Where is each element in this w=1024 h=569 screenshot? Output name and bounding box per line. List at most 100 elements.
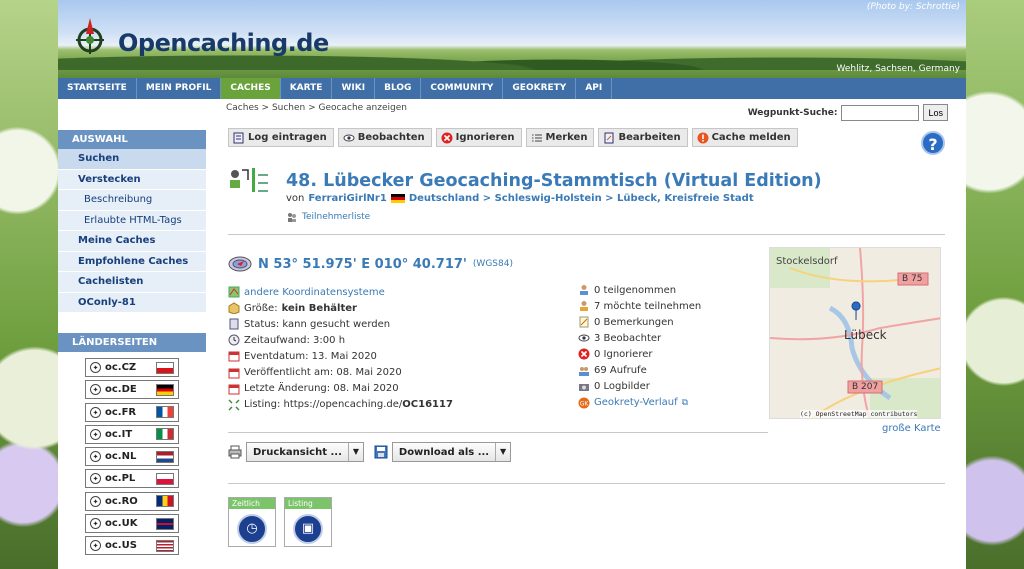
calendar-icon	[228, 368, 240, 379]
country-label: oc.IT	[105, 428, 133, 440]
nav-karte[interactable]: KARTE	[281, 78, 333, 99]
oc-logo-icon: ✦	[90, 518, 101, 530]
sidebar-item-beschreibung[interactable]: Beschreibung	[58, 190, 206, 211]
country-link-pl[interactable]: ✦ oc.PL	[85, 469, 179, 489]
sidebar-item-verstecken[interactable]: Verstecken	[58, 169, 206, 190]
country-label: oc.RO	[105, 495, 138, 507]
oc-logo-icon: ✦	[90, 362, 101, 373]
map-label-b75: B 75	[902, 274, 923, 284]
map-label-b207: B 207	[852, 382, 879, 392]
large-map-link[interactable]: große Karte	[882, 423, 941, 434]
nav-startseite[interactable]: STARTSEITE	[58, 78, 137, 99]
other-coordinates-link[interactable]: andere Koordinatensysteme	[244, 287, 385, 298]
owner-link[interactable]: FerrariGirlNr1	[308, 193, 386, 204]
sidebar-separator	[58, 313, 206, 333]
ignore-button[interactable]: Ignorieren	[435, 128, 522, 147]
nav-wiki[interactable]: WIKI	[332, 78, 376, 99]
status-text: Status: kann gesucht werden	[244, 318, 391, 330]
stat-ignorers: 0 Ignorierer	[578, 346, 701, 362]
clock-icon	[228, 334, 240, 346]
sidebar-item-cachelisten[interactable]: Cachelisten	[58, 272, 206, 293]
sidebar-item-oconly[interactable]: OConly-81	[58, 292, 206, 313]
country-label: oc.CZ	[105, 362, 137, 373]
polish-flag-icon	[156, 472, 174, 485]
country-link-us[interactable]: ✦ oc.US	[85, 536, 179, 556]
bookmark-button[interactable]: Merken	[525, 128, 595, 147]
watch-button[interactable]: Beobachten	[337, 128, 432, 147]
country-link-nl[interactable]: ✦ oc.NL	[85, 447, 179, 467]
log-entry-button[interactable]: Log eintragen	[228, 128, 334, 147]
nav-blog[interactable]: BLOG	[375, 78, 422, 99]
chevron-down-icon: ▼	[347, 443, 363, 461]
map-attribution: (c) OpenStreetMap contributors	[800, 410, 918, 418]
ignore-x-icon	[441, 132, 453, 143]
dutch-flag-icon	[156, 450, 174, 463]
waypoint-search-label: Wegpunkt-Suche:	[747, 107, 838, 118]
eye-icon	[578, 334, 590, 342]
sidebar-item-html-tags[interactable]: Erlaubte HTML-Tags	[58, 210, 206, 231]
nav-mein-profil[interactable]: MEIN PROFIL	[137, 78, 222, 99]
size-prefix: Größe:	[244, 302, 278, 314]
country-link-it[interactable]: ✦ oc.IT	[85, 424, 179, 444]
country-link-ro[interactable]: ✦ oc.RO	[85, 491, 179, 511]
sidebar-heading-auswahl: AUSWAHL	[58, 130, 206, 149]
sidebar-item-suchen[interactable]: Suchen	[58, 149, 206, 170]
coordinates-datum: (WGS84)	[472, 259, 513, 269]
cache-location-map[interactable]: Stockelsdorf Lübeck B 75 B 207 (c) OpenS…	[769, 247, 941, 419]
nav-geokrety[interactable]: GEOKRETY	[503, 78, 577, 99]
opencaching-logo-icon[interactable]	[68, 14, 112, 58]
nav-caches[interactable]: CACHES	[221, 78, 281, 99]
stat-notes-text: 0 Bemerkungen	[594, 316, 674, 328]
download-select[interactable]: Download als ... ▼	[391, 442, 512, 462]
edit-button[interactable]: Bearbeiten	[598, 128, 688, 147]
participants-link[interactable]: Teilnehmerliste	[302, 212, 370, 222]
report-cache-button[interactable]: Cache melden	[691, 128, 798, 147]
bookmark-label: Merken	[545, 132, 588, 143]
right-background-decoration	[966, 0, 1024, 569]
waypoint-search-button[interactable]: Los	[923, 104, 948, 121]
stat-attended: 0 teilgenommen	[578, 282, 701, 298]
size-value: kein Behälter	[281, 302, 357, 314]
country-link-uk[interactable]: ✦ oc.UK	[85, 514, 179, 534]
last-change-text: Letzte Änderung: 08. Mai 2020	[244, 383, 399, 395]
note-icon	[579, 316, 589, 328]
cache-owner-line: von FerrariGirlNr1 Deutschland > Schlesw…	[286, 193, 754, 204]
detail-other-coords: andere Koordinatensysteme	[228, 284, 453, 300]
nav-api[interactable]: API	[576, 78, 613, 99]
container-box-icon	[228, 302, 240, 315]
help-icon[interactable]: ?	[921, 131, 945, 155]
country-label: oc.PL	[105, 473, 136, 485]
main-navigation: STARTSEITE MEIN PROFIL CACHES KARTE WIKI…	[58, 78, 966, 99]
oc-logo-icon: ✦	[90, 473, 101, 485]
attribute-tile-time[interactable]: Zeitlich ◷	[228, 497, 276, 547]
listing-box-icon: ▣	[293, 514, 323, 544]
site-logo-text[interactable]: Opencaching.de	[118, 29, 329, 57]
camera-icon	[579, 383, 589, 391]
map-icon	[228, 286, 240, 298]
map-label-luebeck: Lübeck	[844, 328, 887, 342]
stat-will-attend: 7 möchte teilnehmen	[578, 298, 701, 314]
nav-community[interactable]: COMMUNITY	[421, 78, 504, 99]
sidebar-item-empfohlene-caches[interactable]: Empfohlene Caches	[58, 251, 206, 272]
attribute-tile-listing[interactable]: Listing ▣	[284, 497, 332, 547]
tile-label-listing: Listing	[285, 498, 331, 509]
tile-label-time: Zeitlich	[229, 498, 275, 509]
event-cache-type-icon	[230, 168, 268, 192]
region-link[interactable]: Deutschland > Schleswig-Holstein > Lübec…	[409, 193, 754, 204]
country-link-de[interactable]: ✦ oc.DE	[85, 380, 179, 400]
oc-logo-icon: ✦	[90, 451, 101, 463]
detail-time: Zeitaufwand: 3:00 h	[228, 332, 453, 348]
country-link-cz[interactable]: ✦ oc.CZ	[85, 358, 179, 377]
event-date-text: Eventdatum: 13. Mai 2020	[244, 350, 377, 362]
sidebar-item-meine-caches[interactable]: Meine Caches	[58, 231, 206, 252]
watch-label: Beobachten	[357, 132, 425, 143]
print-view-select[interactable]: Druckansicht ... ▼	[246, 442, 364, 462]
listing-prefix: Listing: https://opencaching.de/	[244, 399, 403, 411]
stat-watchers: 3 Beobachter	[578, 330, 701, 346]
geokrety-history-link[interactable]: Geokrety-Verlauf	[594, 397, 678, 408]
waypoint-search-input[interactable]	[841, 104, 920, 121]
country-link-fr[interactable]: ✦ oc.FR	[85, 402, 179, 422]
people-icon	[288, 213, 296, 222]
oc-logo-icon: ✦	[90, 428, 101, 440]
sidebar: AUSWAHL Suchen Verstecken Beschreibung E…	[58, 130, 206, 559]
